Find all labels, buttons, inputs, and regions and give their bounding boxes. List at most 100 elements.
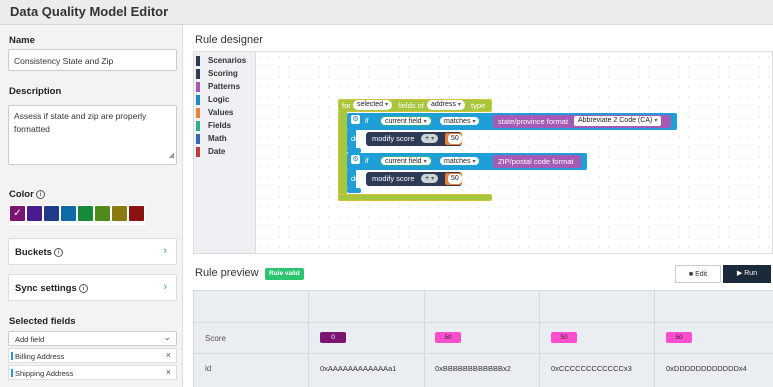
remove-icon[interactable]: × — [166, 367, 171, 377]
description-label: Description — [9, 86, 62, 97]
row-divider — [193, 353, 773, 354]
dropdown-arrow-icon: ▾ — [457, 102, 461, 108]
check-icon: ✓ — [13, 208, 22, 219]
color-swatch[interactable] — [27, 206, 42, 221]
toolbox-label: Math — [208, 134, 227, 143]
toolbox-category-math[interactable]: Math — [196, 133, 227, 145]
gear-icon[interactable]: ⚙ — [351, 155, 360, 164]
add-field-select[interactable]: Add field ⌄ — [8, 331, 177, 346]
dropdown-arrow-icon: ▾ — [385, 102, 389, 108]
state-option-dropdown[interactable]: Abbreviate 2 Code (CA) ▾ — [574, 116, 662, 126]
toolbox-category-patterns[interactable]: Patterns — [196, 81, 240, 93]
run-label: Run — [744, 270, 758, 277]
toolbox-category-date[interactable]: Date — [196, 146, 225, 158]
row-label: id — [205, 364, 212, 373]
for-block-footer — [338, 194, 492, 201]
field-name: Shipping Address — [15, 369, 74, 378]
color-swatch[interactable] — [61, 206, 76, 221]
toolbox-label: Patterns — [208, 82, 241, 91]
sync-settings-label-text: Sync settings — [15, 283, 77, 294]
modify-score-text: modify score — [372, 134, 415, 143]
field-name: Billing Address — [15, 352, 65, 361]
dropdown-arrow-icon: ▾ — [472, 159, 476, 165]
add-field-placeholder: Add field — [15, 335, 45, 344]
info-icon[interactable]: i — [35, 190, 45, 199]
toolbox-category-values[interactable]: Values — [196, 107, 233, 119]
color-swatch[interactable] — [95, 206, 110, 221]
edit-label: Edit — [695, 271, 708, 278]
color-swatch[interactable] — [112, 206, 127, 221]
toolbox-category-scenarios[interactable]: Scenarios — [196, 55, 246, 67]
resize-grip-icon[interactable]: ◢ — [169, 149, 174, 162]
column-divider — [193, 291, 194, 387]
gear-icon[interactable]: ⚙ — [351, 115, 360, 124]
info-icon[interactable]: i — [78, 284, 88, 293]
dropdown-value: + — [425, 175, 430, 182]
name-label: Name — [9, 35, 35, 46]
dropdown-arrow-icon: ▾ — [423, 159, 427, 165]
score-value-input[interactable]: 50 — [448, 174, 462, 184]
dropdown-value: matches — [444, 158, 471, 165]
column-divider — [654, 291, 655, 387]
sync-settings-label: Sync settings i — [15, 283, 88, 294]
toolbox-label: Fields — [208, 121, 232, 130]
buckets-label-text: Buckets — [15, 247, 52, 258]
toolbox-label: Scoring — [208, 69, 238, 78]
chevron-right-icon: › — [163, 245, 167, 257]
matches-dropdown[interactable]: matches ▾ — [439, 116, 481, 126]
toolbox-label: Logic — [208, 95, 230, 104]
sync-settings-card[interactable]: Sync settings i › — [8, 274, 177, 301]
score-badge: 0 — [320, 332, 346, 343]
toolbox-category-fields[interactable]: Fields — [196, 120, 231, 132]
description-field[interactable]: Assess if state and zip are properly for… — [8, 105, 177, 165]
for-block-body — [338, 111, 347, 201]
score-badge: 50 — [435, 332, 461, 343]
do-keyword: do — [351, 134, 360, 143]
buckets-label: Buckets i — [15, 247, 63, 258]
dropdown-value: current field — [385, 118, 422, 125]
dropdown-value: + — [425, 135, 430, 142]
toolbox-category-logic[interactable]: Logic — [196, 94, 229, 106]
modify-score-text: modify score — [372, 174, 415, 183]
dropdown-value: selected — [357, 101, 384, 108]
category-color-bar — [196, 95, 200, 105]
description-text: Assess if state and zip are properly for… — [14, 111, 147, 134]
score-badge: 50 — [666, 332, 692, 343]
type-text: type — [471, 101, 486, 110]
block-toolbox: Scenarios Scoring Patterns Logic Values … — [194, 52, 256, 253]
if-block-footer — [347, 188, 361, 193]
current-field-dropdown[interactable]: current field ▾ — [380, 156, 432, 166]
selected-field-item: Billing Address × — [8, 348, 177, 363]
operator-dropdown[interactable]: + ▾ — [421, 174, 439, 183]
page-title: Data Quality Model Editor — [10, 4, 169, 19]
operator-dropdown[interactable]: + ▾ — [421, 134, 439, 143]
if-keyword: if — [365, 116, 369, 125]
dropdown-value: current field — [385, 158, 422, 165]
model-settings-panel: Name Consistency State and Zip Descripti… — [0, 25, 183, 387]
remove-icon[interactable]: × — [166, 350, 171, 360]
color-swatch[interactable] — [129, 206, 144, 221]
run-button[interactable]: ▶ Run — [723, 265, 771, 283]
address-dropdown[interactable]: address ▾ — [427, 100, 465, 110]
buckets-card[interactable]: Buckets i › — [8, 238, 177, 265]
preview-table: Score 0 50 50 50 id 0xAAAAAAAAAAAAa1 0xB… — [193, 290, 773, 387]
stop-icon: ■ — [688, 271, 694, 278]
chevron-right-icon: › — [163, 281, 167, 293]
current-field-dropdown[interactable]: current field ▾ — [380, 116, 432, 126]
matches-dropdown[interactable]: matches ▾ — [439, 156, 481, 166]
color-label: Color i — [9, 189, 45, 200]
toolbox-category-scoring[interactable]: Scoring — [196, 68, 238, 80]
color-swatch[interactable] — [78, 206, 93, 221]
rule-status-badge: Rule valid — [265, 268, 304, 280]
edit-button[interactable]: ■ Edit — [675, 265, 721, 283]
row-divider — [193, 322, 773, 323]
zip-format-text: ZIP/postal code format — [498, 157, 574, 166]
info-icon[interactable]: i — [53, 248, 63, 257]
color-swatch[interactable] — [44, 206, 59, 221]
dropdown-value: matches — [444, 118, 471, 125]
color-swatch[interactable]: ✓ — [9, 205, 26, 222]
name-field[interactable]: Consistency State and Zip — [8, 49, 177, 71]
selected-dropdown[interactable]: selected ▾ — [353, 100, 393, 110]
score-value-input[interactable]: 50 — [448, 134, 462, 144]
rule-designer-canvas[interactable]: Scenarios Scoring Patterns Logic Values … — [193, 51, 773, 254]
